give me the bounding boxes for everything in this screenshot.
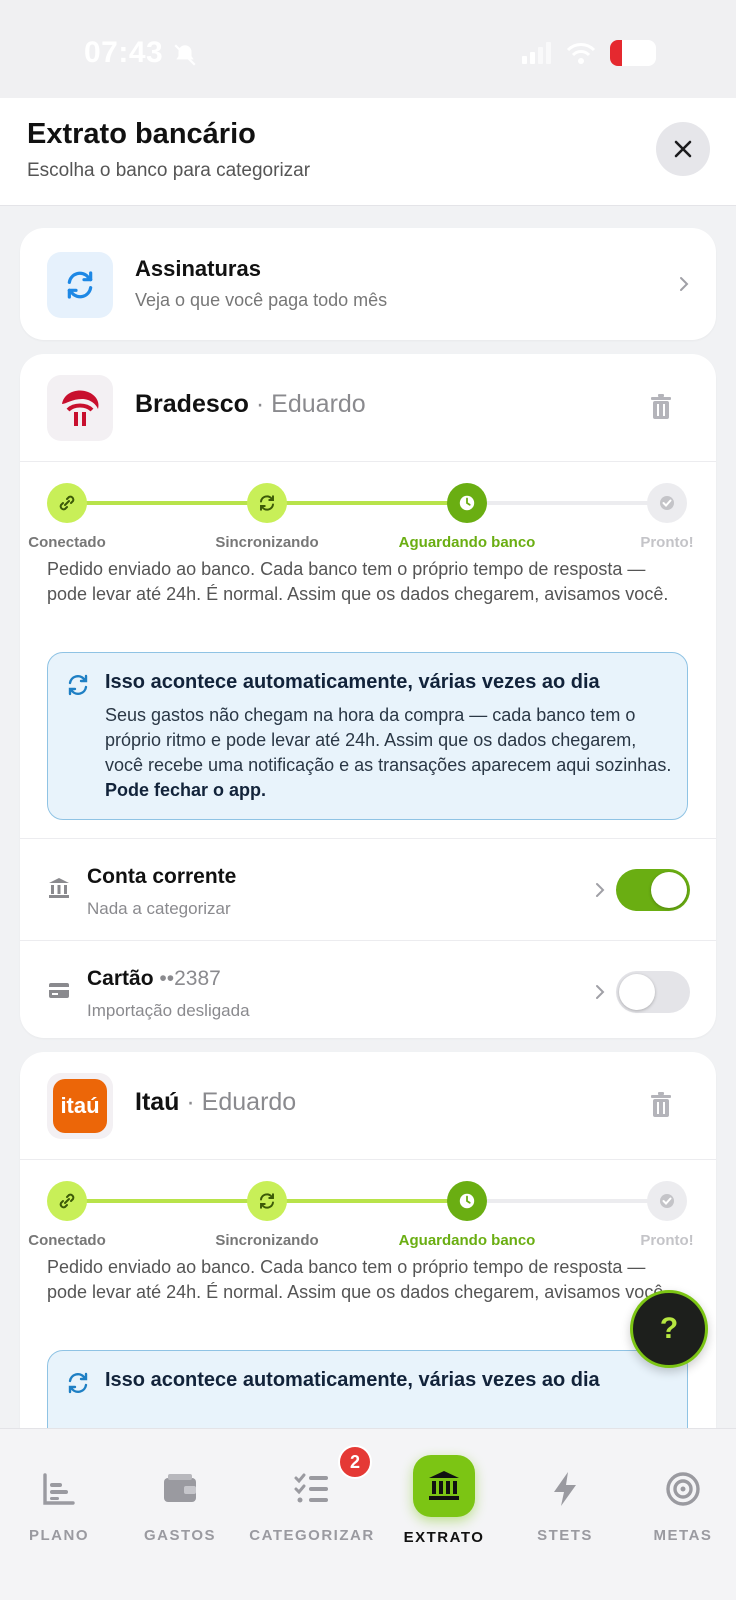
sync-progress: Conectado Sincronizando Aguardando banco… bbox=[20, 1160, 716, 1250]
bank-name: Itaú · Eduardo bbox=[135, 1088, 297, 1116]
target-icon bbox=[666, 1472, 700, 1506]
link-icon bbox=[59, 495, 75, 511]
help-button[interactable]: ? bbox=[630, 1290, 708, 1368]
battery-icon: 16 bbox=[610, 40, 656, 66]
bank-status-message: Pedido enviado ao banco. Cada banco tem … bbox=[47, 559, 669, 604]
nav-active-indicator bbox=[413, 1455, 475, 1517]
step-syncing bbox=[247, 483, 287, 523]
chevron-right-icon bbox=[596, 883, 605, 897]
sync-progress: Conectado Sincronizando Aguardando banco… bbox=[20, 462, 716, 552]
step-connected bbox=[47, 1181, 87, 1221]
step-label-syncing: Sincronizando bbox=[215, 1232, 319, 1249]
account-subtitle: Importação desligada bbox=[87, 1001, 250, 1020]
nav-extrato[interactable]: EXTRATO bbox=[379, 1455, 509, 1546]
status-bar: 07:43 16 bbox=[0, 0, 736, 98]
refresh-icon bbox=[68, 674, 88, 696]
close-button[interactable] bbox=[656, 122, 710, 176]
info-bold: Pode fechar o app. bbox=[105, 780, 267, 800]
step-label-connected: Conectado bbox=[28, 1232, 106, 1249]
lightning-icon bbox=[554, 1472, 576, 1506]
account-subtitle: Nada a categorizar bbox=[87, 899, 231, 918]
bell-muted-icon bbox=[174, 44, 196, 66]
step-label-syncing: Sincronizando bbox=[215, 534, 319, 551]
bottom-nav: PLANO GASTOS CATEGORIZAR 2 EXTRATO STETS… bbox=[0, 1428, 736, 1600]
trash-icon[interactable] bbox=[650, 1092, 672, 1118]
step-label-awaiting: Aguardando banco bbox=[398, 1232, 536, 1249]
info-box: Isso acontece automaticamente, várias ve… bbox=[47, 652, 688, 820]
bank-building-icon bbox=[49, 878, 69, 898]
bank-header: itaú Itaú · Eduardo bbox=[20, 1052, 716, 1160]
step-connected bbox=[47, 483, 87, 523]
nav-plano[interactable]: PLANO bbox=[0, 1459, 124, 1544]
status-time: 07:43 bbox=[84, 36, 164, 69]
link-icon bbox=[59, 1193, 75, 1209]
subscriptions-card[interactable]: Assinaturas Veja o que você paga todo mê… bbox=[20, 228, 716, 340]
check-circle-icon bbox=[660, 1194, 674, 1208]
chevron-right-icon bbox=[680, 277, 689, 291]
subscriptions-icon-box bbox=[47, 252, 113, 318]
refresh-icon bbox=[68, 1372, 88, 1394]
step-label-ready: Pronto! bbox=[640, 534, 694, 551]
step-syncing bbox=[247, 1181, 287, 1221]
refresh-icon bbox=[67, 271, 93, 299]
bank-owner: · Eduardo bbox=[186, 1088, 297, 1116]
bradesco-logo bbox=[47, 375, 113, 441]
itau-logo: itaú bbox=[47, 1073, 113, 1139]
trash-icon[interactable] bbox=[650, 394, 672, 420]
step-label-awaiting: Aguardando banco bbox=[398, 534, 536, 551]
bank-card-itau: itaú Itaú · Eduardo Conectado Sincroniza… bbox=[20, 1052, 716, 1428]
step-awaiting bbox=[447, 1181, 487, 1221]
page-subtitle: Escolha o banco para categorizar bbox=[27, 160, 311, 181]
step-ready bbox=[647, 1181, 687, 1221]
info-title: Isso acontece automaticamente, várias ve… bbox=[105, 1369, 600, 1391]
subscriptions-description: Veja o que você paga todo mês bbox=[135, 290, 388, 310]
account-title: Conta corrente bbox=[87, 865, 237, 888]
checklist-icon bbox=[294, 1473, 328, 1503]
step-ready bbox=[647, 483, 687, 523]
nav-gastos[interactable]: GASTOS bbox=[115, 1459, 245, 1544]
close-icon bbox=[674, 140, 692, 158]
step-label-ready: Pronto! bbox=[640, 1232, 694, 1249]
sync-icon bbox=[260, 1193, 274, 1209]
wallet-icon bbox=[164, 1474, 196, 1502]
clock-icon bbox=[459, 1193, 475, 1209]
bank-owner: · Eduardo bbox=[255, 390, 366, 418]
notification-badge: 2 bbox=[338, 1445, 372, 1479]
sheet-header: Extrato bancário Escolha o banco para ca… bbox=[0, 98, 736, 206]
bank-building-icon bbox=[429, 1471, 459, 1500]
page-title: Extrato bancário bbox=[27, 118, 256, 150]
account-title: Cartão ••2387 bbox=[87, 967, 221, 990]
import-toggle-on[interactable] bbox=[616, 869, 690, 911]
bank-header: Bradesco · Eduardo bbox=[20, 354, 716, 462]
bradesco-logo-icon bbox=[62, 390, 99, 426]
sync-icon bbox=[260, 495, 274, 511]
signal-icon bbox=[522, 42, 551, 64]
import-toggle-off[interactable] bbox=[616, 971, 690, 1013]
nav-stets[interactable]: STETS bbox=[500, 1459, 630, 1544]
nav-metas[interactable]: METAS bbox=[618, 1459, 736, 1544]
wifi-icon bbox=[566, 43, 596, 64]
card-mask: ••2387 bbox=[159, 967, 221, 990]
account-row-card[interactable]: Cartão ••2387 Importação desligada bbox=[20, 940, 716, 1038]
bank-name: Bradesco · Eduardo bbox=[135, 390, 366, 418]
check-circle-icon bbox=[660, 496, 674, 510]
info-box: Isso acontece automaticamente, várias ve… bbox=[47, 1350, 688, 1428]
subscriptions-title: Assinaturas bbox=[135, 256, 261, 281]
step-awaiting bbox=[447, 483, 487, 523]
bank-card-bradesco: Bradesco · Eduardo Conectado Sincronizan… bbox=[20, 354, 716, 1038]
info-title: Isso acontece automaticamente, várias ve… bbox=[105, 671, 600, 693]
step-label-connected: Conectado bbox=[28, 534, 106, 551]
credit-card-icon bbox=[49, 983, 69, 998]
bank-status-message: Pedido enviado ao banco. Cada banco tem … bbox=[47, 1257, 669, 1302]
clock-icon bbox=[459, 495, 475, 511]
chevron-right-icon bbox=[596, 985, 605, 999]
account-row-checking[interactable]: Conta corrente Nada a categorizar bbox=[20, 838, 716, 940]
info-body: Seus gastos não chegam na hora da compra… bbox=[105, 705, 672, 800]
bar-chart-icon bbox=[43, 1473, 75, 1505]
content-scroll[interactable]: Assinaturas Veja o que você paga todo mê… bbox=[0, 206, 736, 1428]
